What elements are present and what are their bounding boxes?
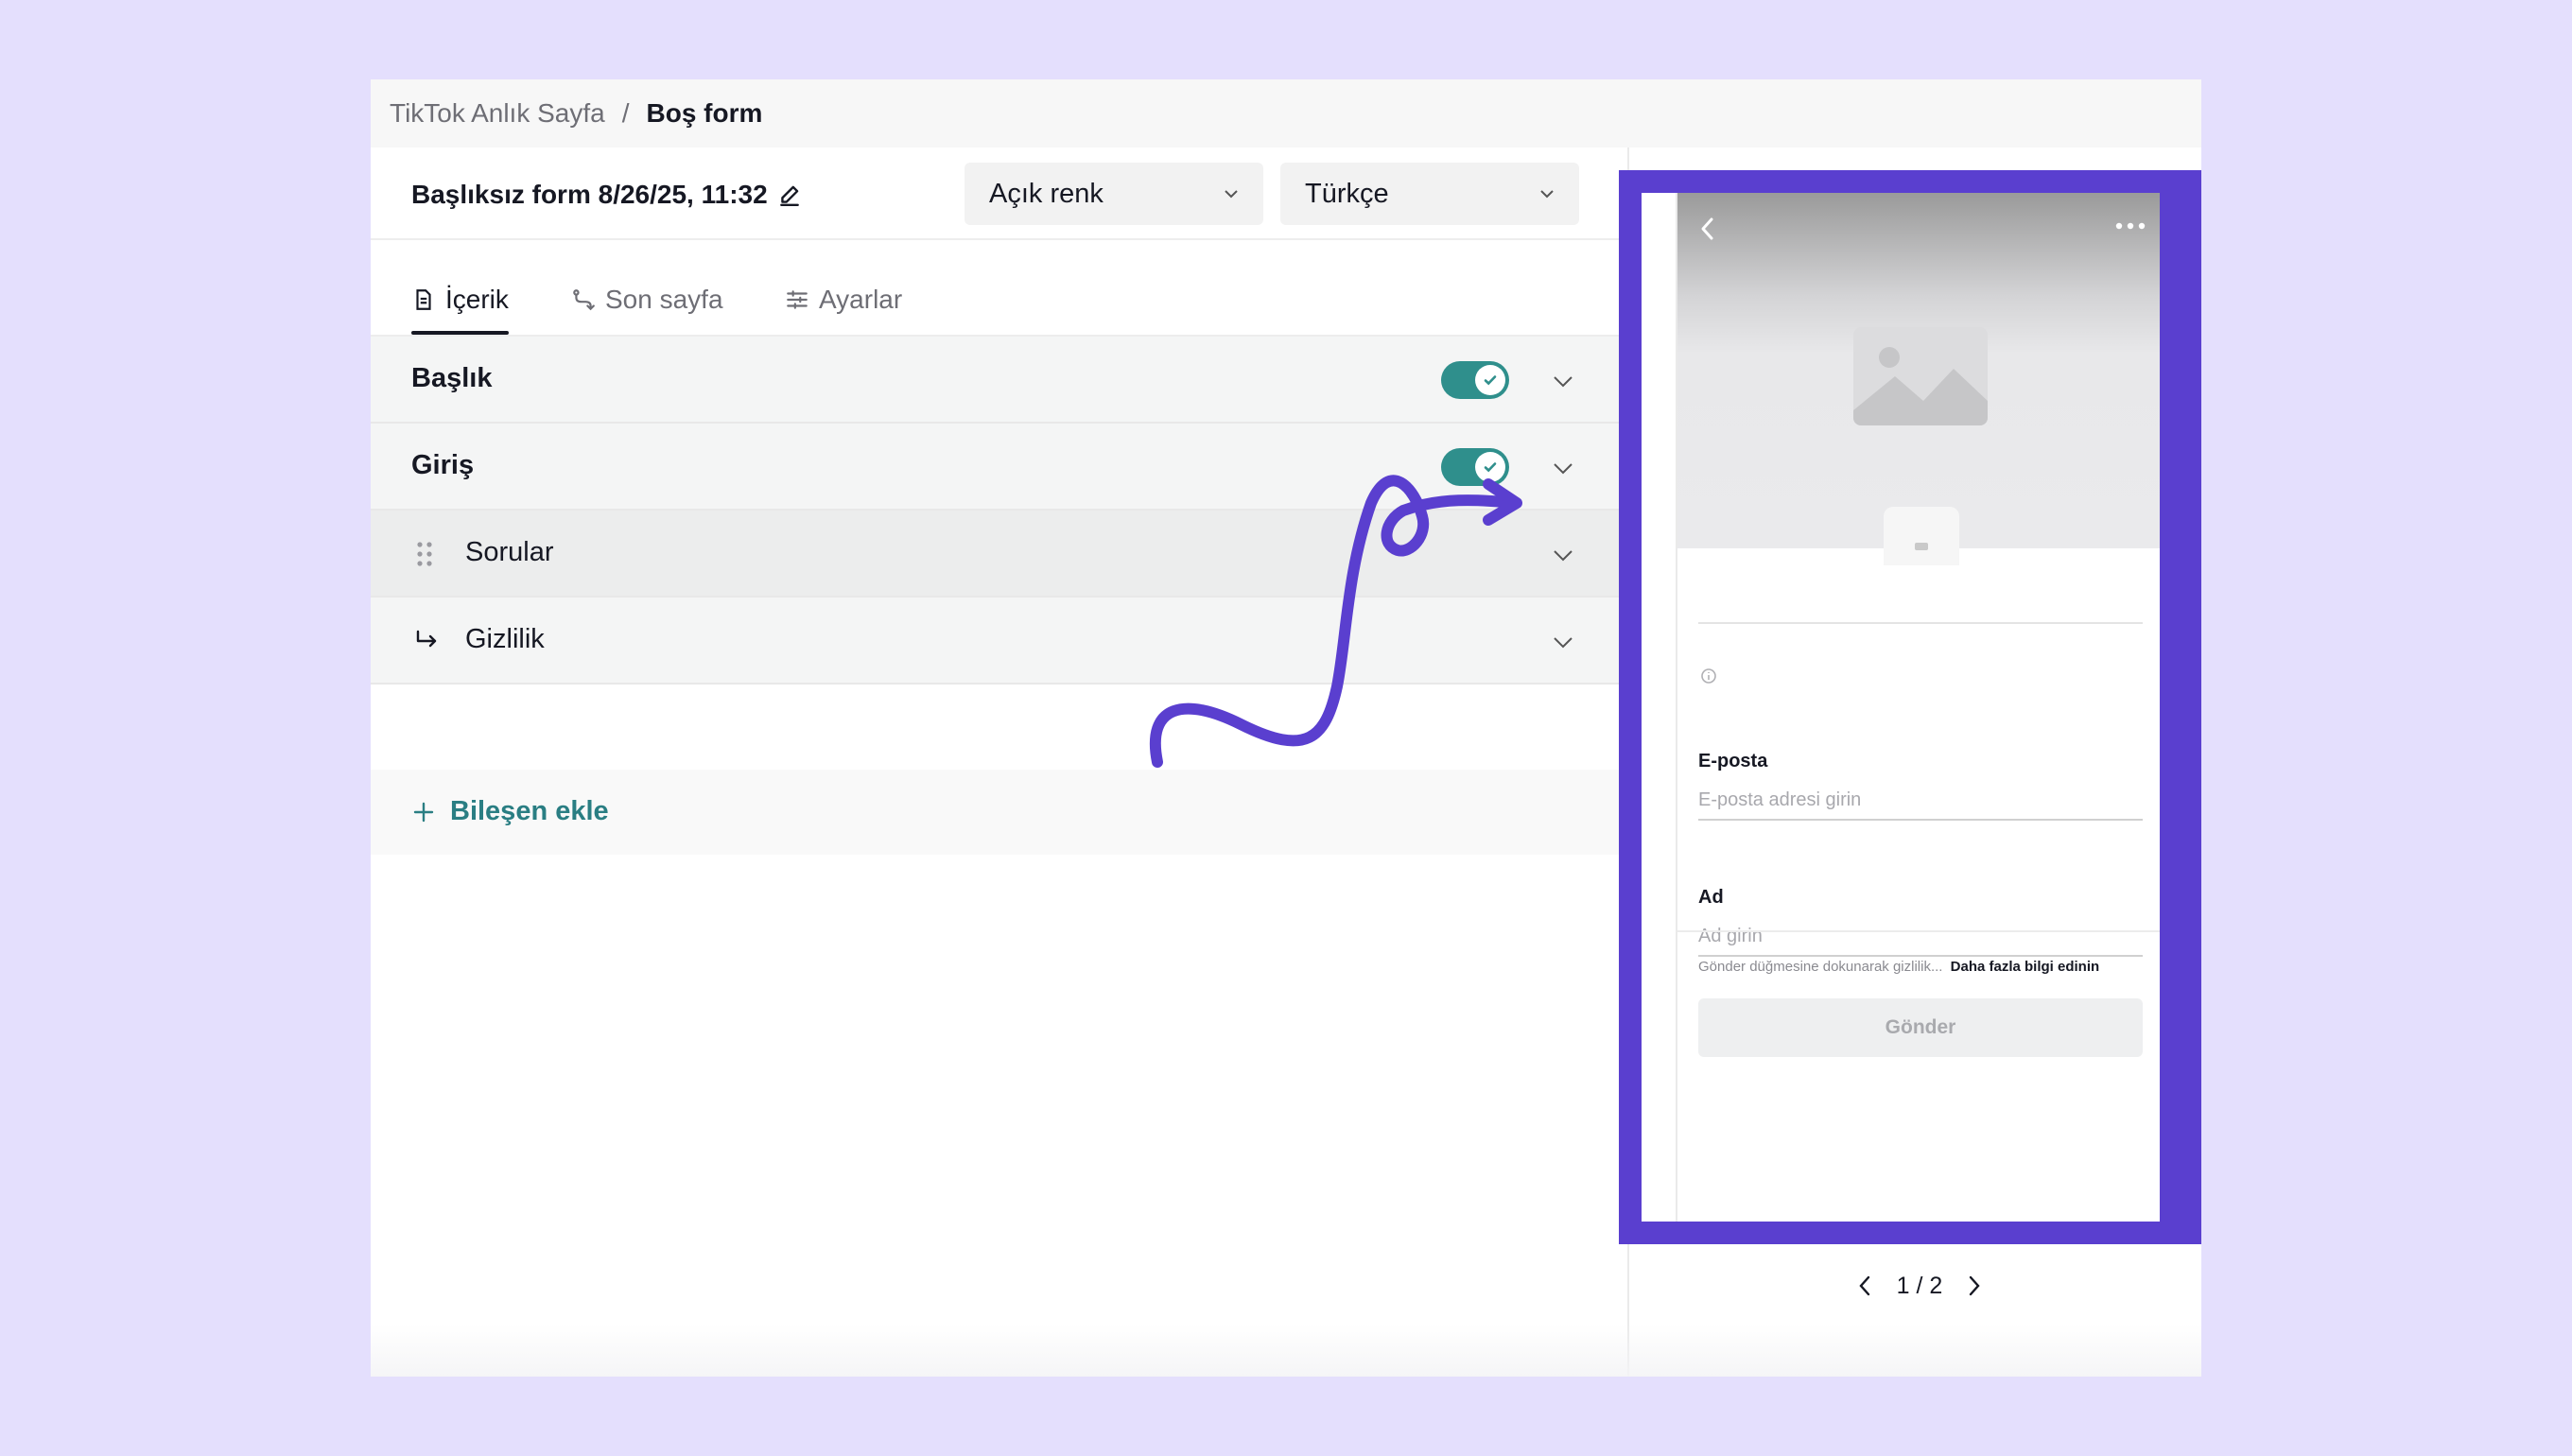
- learn-more-link[interactable]: Daha fazla bilgi edinin: [1951, 959, 2100, 975]
- plus-icon: [413, 802, 434, 822]
- section-title-toggle[interactable]: [1441, 361, 1509, 399]
- tab-settings[interactable]: Ayarlar: [785, 278, 902, 321]
- chevron-down-icon: [1540, 190, 1554, 199]
- theme-select[interactable]: Açık renk: [964, 163, 1263, 225]
- check-icon: [1484, 375, 1497, 386]
- more-icon[interactable]: [2114, 219, 2146, 233]
- phone-screen: E-posta Ad Gönder düğmesine dokunarak gi…: [1676, 193, 2160, 1222]
- chevron-down-icon[interactable]: [1551, 369, 1575, 393]
- chevron-right-icon: [1969, 1275, 1980, 1296]
- section-label: Sorular: [465, 537, 554, 567]
- editor-panel: Başlıksız form 8/26/25, 11:32 Açık renk …: [371, 147, 1619, 1377]
- section-label: Başlık: [411, 363, 493, 393]
- submit-button[interactable]: Gönder: [1698, 998, 2143, 1057]
- document-icon: [416, 289, 431, 310]
- name-label: Ad: [1698, 887, 1724, 908]
- page-indicator: 1 / 2: [1896, 1272, 1943, 1299]
- bottom-fade: [371, 1324, 2201, 1377]
- add-component-button[interactable]: Bileşen ekle: [412, 796, 609, 827]
- tab-label: Son sayfa: [605, 285, 723, 314]
- tab-content[interactable]: İçerik: [411, 278, 509, 335]
- info-icon: [1701, 668, 1716, 684]
- consent-text: Gönder düğmesine dokunarak gizlilik... D…: [1698, 959, 2099, 975]
- route-icon: [573, 289, 595, 311]
- email-field[interactable]: [1698, 781, 2143, 821]
- logo-mark: [1915, 543, 1928, 550]
- chevron-left-icon: [1859, 1275, 1870, 1296]
- prev-page-button[interactable]: [1853, 1273, 1876, 1299]
- tab-label: Ayarlar: [819, 285, 903, 314]
- form-title-text: Başlıksız form 8/26/25, 11:32: [411, 180, 768, 209]
- section-label: Giriş: [411, 450, 475, 480]
- chevron-down-icon[interactable]: [1551, 456, 1575, 480]
- name-field[interactable]: [1698, 917, 2143, 957]
- preview-pager: 1 / 2: [1853, 1271, 1986, 1301]
- tab-end-page[interactable]: Son sayfa: [571, 278, 723, 321]
- return-arrow-icon: [416, 630, 437, 648]
- section-label: Gizlilik: [465, 624, 545, 654]
- consent-message: Gönder düğmesine dokunarak gizlilik...: [1698, 959, 1943, 975]
- section-intro-toggle[interactable]: [1441, 448, 1509, 486]
- sliders-icon: [787, 290, 808, 309]
- drag-handle-icon[interactable]: [414, 539, 435, 569]
- tab-label: İçerik: [445, 285, 509, 314]
- image-placeholder-icon: [1853, 327, 1988, 425]
- language-select[interactable]: Türkçe: [1280, 163, 1579, 225]
- toggle-knob: [1475, 365, 1505, 395]
- title-underline: [1698, 622, 2143, 624]
- chevron-down-icon[interactable]: [1551, 630, 1575, 654]
- preview-form-card: E-posta Ad: [1677, 548, 2160, 1222]
- add-component-label: Bileşen ekle: [450, 796, 609, 826]
- theme-select-value: Açık renk: [989, 178, 1104, 209]
- editor-tabs: İçerik Son sayfa Ayarlar: [371, 240, 1619, 337]
- form-title[interactable]: Başlıksız form 8/26/25, 11:32: [411, 180, 802, 210]
- consent-divider: [1677, 930, 2160, 932]
- phone-preview: E-posta Ad Gönder düğmesine dokunarak gi…: [1642, 193, 2160, 1222]
- chevron-down-icon[interactable]: [1551, 543, 1575, 567]
- toggle-knob: [1475, 452, 1505, 482]
- chevron-down-icon: [1225, 190, 1238, 199]
- section-privacy[interactable]: Gizlilik: [371, 598, 1619, 685]
- pencil-icon[interactable]: [777, 182, 802, 207]
- logo-placeholder: [1884, 507, 1959, 565]
- add-component-row: Bileşen ekle: [371, 770, 1619, 855]
- email-label: E-posta: [1698, 751, 1768, 771]
- section-title[interactable]: Başlık: [371, 337, 1619, 424]
- section-intro[interactable]: Giriş: [371, 424, 1619, 511]
- language-select-value: Türkçe: [1305, 178, 1389, 209]
- next-page-button[interactable]: [1963, 1273, 1986, 1299]
- back-icon[interactable]: [1696, 214, 1719, 244]
- check-icon: [1484, 462, 1497, 473]
- section-questions[interactable]: Sorular: [371, 511, 1619, 598]
- preview-header-image: [1677, 193, 2160, 548]
- form-header: Başlıksız form 8/26/25, 11:32 Açık renk …: [371, 147, 1619, 240]
